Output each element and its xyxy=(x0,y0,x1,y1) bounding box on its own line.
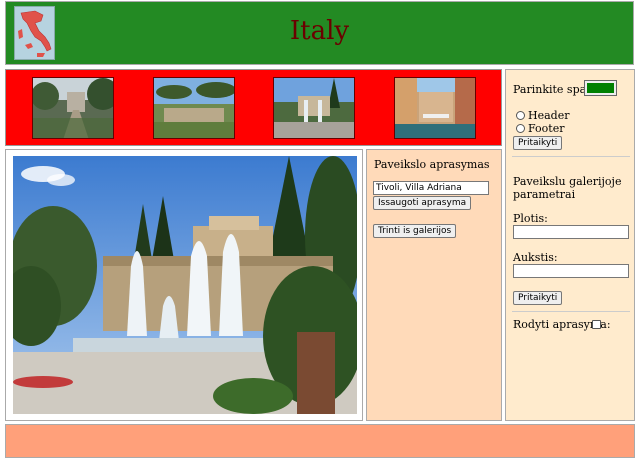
width-label: Plotis: xyxy=(513,212,548,225)
radio-footer-label: Footer xyxy=(528,122,565,135)
header: Italy xyxy=(5,1,634,65)
description-panel: Paveikslo aprasymas Tivoli, Villa Adrian… xyxy=(366,149,502,421)
divider xyxy=(512,156,630,157)
gallery-params-label: Paveikslu galerijoje parametrai xyxy=(513,175,622,201)
selected-photo xyxy=(13,156,357,414)
thumb-garden-ruins[interactable] xyxy=(153,77,235,139)
thumbnail-gallery xyxy=(5,69,502,146)
height-label: Aukstis: xyxy=(513,251,558,264)
thumb-villa-path[interactable] xyxy=(32,77,114,139)
color-swatch xyxy=(587,83,614,93)
description-label: Paveikslo aprasymas xyxy=(374,158,490,171)
settings-panel: Parinkite spalva Header Footer Pritaikyt… xyxy=(505,69,635,421)
page-title: Italy xyxy=(289,16,350,46)
description-input[interactable]: Tivoli, Villa Adriana xyxy=(373,181,489,195)
color-picker[interactable] xyxy=(584,80,617,96)
width-input[interactable] xyxy=(513,225,629,239)
show-description-checkbox[interactable] xyxy=(592,320,601,329)
radio-header-label: Header xyxy=(528,109,570,122)
divider xyxy=(512,311,630,312)
remove-from-gallery-button[interactable]: Trinti is galerijos xyxy=(373,224,457,238)
apply-color-button[interactable]: Pritaikyti xyxy=(513,136,563,150)
main-image-view xyxy=(5,149,363,421)
radio-footer[interactable] xyxy=(516,124,525,133)
height-input[interactable] xyxy=(513,264,629,278)
radio-header[interactable] xyxy=(516,111,525,120)
thumb-fountain[interactable] xyxy=(273,77,355,139)
footer xyxy=(5,424,635,458)
apply-size-button[interactable]: Pritaikyti xyxy=(513,291,563,305)
thumb-venice-canal[interactable] xyxy=(394,77,476,139)
save-description-button[interactable]: Issaugoti aprasyma xyxy=(373,196,472,210)
